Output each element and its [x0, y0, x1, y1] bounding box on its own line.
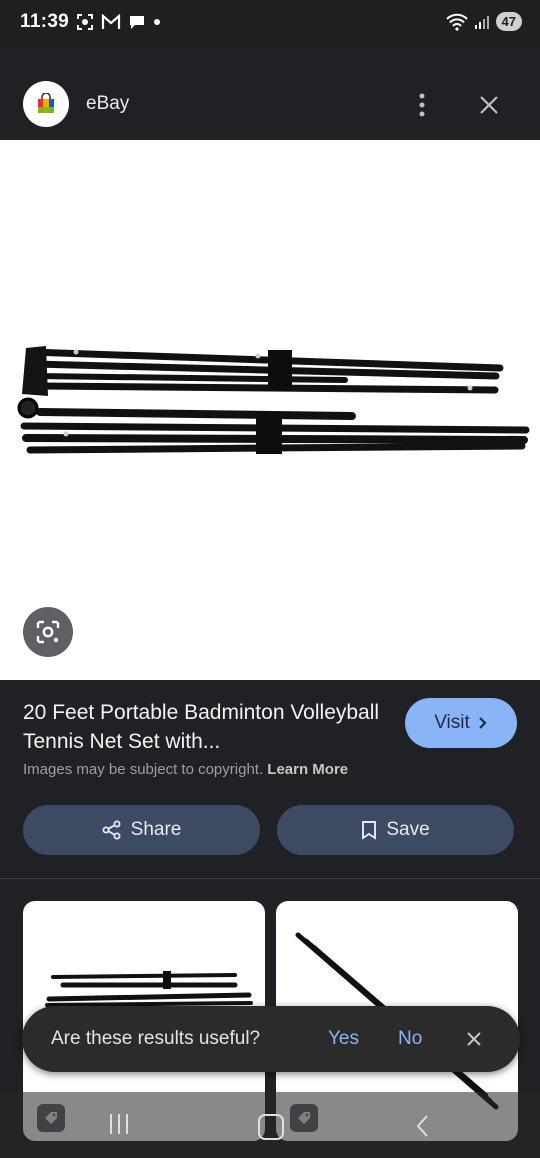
section-divider [0, 878, 540, 879]
share-button[interactable]: Share [23, 805, 260, 855]
more-vert-icon [419, 93, 425, 117]
feedback-yes-button[interactable]: Yes [328, 1028, 359, 1050]
back-button[interactable] [410, 1112, 434, 1140]
site-name[interactable]: eBay [86, 93, 129, 115]
bookmark-icon [362, 821, 377, 840]
close-icon [480, 96, 498, 114]
gmail-icon [101, 14, 121, 29]
back-chevron-icon [416, 1115, 428, 1137]
wifi-icon [445, 13, 468, 31]
notification-dot [154, 19, 160, 25]
site-favicon[interactable] [23, 81, 69, 127]
visit-button[interactable]: Visit [405, 698, 517, 748]
feedback-no-button[interactable]: No [398, 1028, 422, 1050]
status-system-icons: 47 [445, 12, 522, 31]
google-lens-icon [36, 620, 60, 644]
battery-level: 47 [495, 12, 522, 31]
learn-more-link[interactable]: Learn More [267, 761, 348, 778]
recents-button[interactable] [104, 1114, 134, 1138]
result-title[interactable]: 20 Feet Portable Badminton Volleyball Te… [23, 698, 383, 756]
product-image[interactable] [0, 140, 540, 680]
close-icon [467, 1032, 481, 1046]
signal-icon [474, 15, 489, 29]
ebay-shopping-bag-icon [38, 93, 54, 113]
status-notification-icons [76, 13, 161, 31]
feedback-toast: Are these results useful? Yes No [22, 1006, 520, 1072]
visit-label: Visit [434, 712, 470, 733]
copyright-text: Images may be subject to copyright. [23, 761, 264, 778]
close-button[interactable] [472, 88, 506, 122]
system-nav-bar [0, 1092, 540, 1158]
screenshot-icon [77, 14, 93, 30]
feedback-dismiss-button[interactable] [462, 1027, 486, 1051]
home-button[interactable] [258, 1114, 284, 1140]
chevron-right-icon [479, 717, 487, 729]
copyright-notice: Images may be subject to copyright. Lear… [23, 761, 348, 778]
status-bar: 11:39 47 [0, 0, 540, 46]
share-label: Share [130, 819, 182, 840]
share-icon [102, 820, 121, 840]
lens-search-button[interactable] [23, 607, 73, 657]
more-options-button[interactable] [406, 89, 438, 121]
status-time: 11:39 [20, 11, 70, 32]
net-poles-image [17, 346, 530, 454]
viewer-header: eBay [0, 46, 540, 140]
save-button[interactable]: Save [277, 805, 514, 855]
save-label: Save [386, 819, 430, 840]
chat-icon [130, 16, 144, 29]
feedback-question: Are these results useful? [51, 1028, 261, 1049]
